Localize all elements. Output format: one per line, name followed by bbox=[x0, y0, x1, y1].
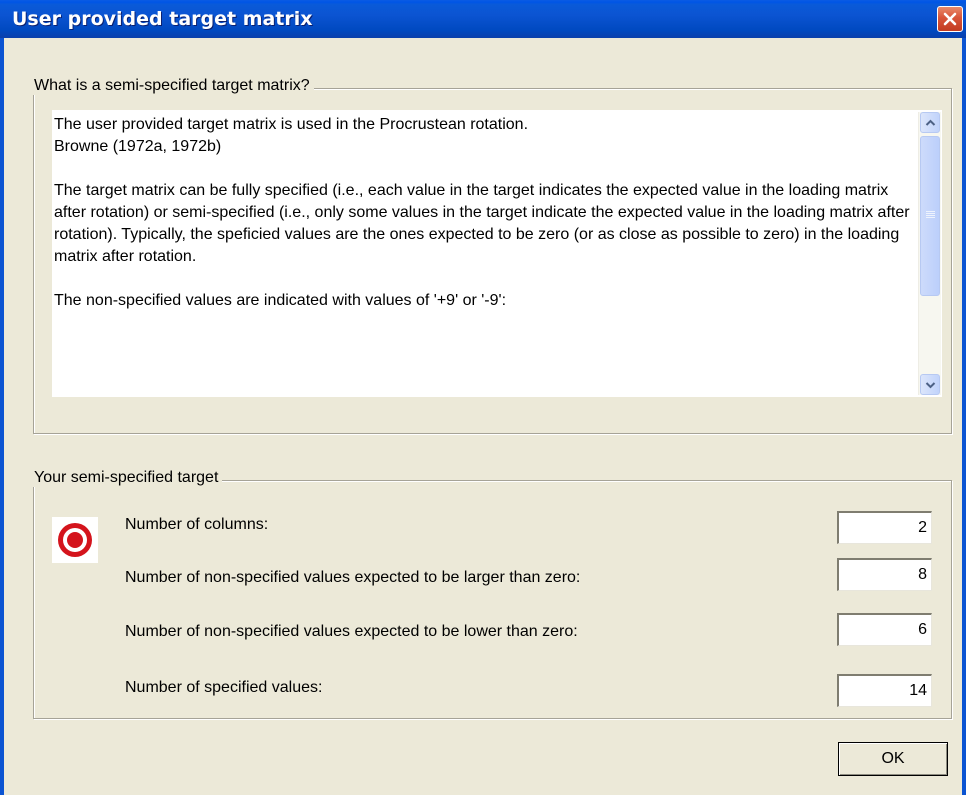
negative-values-label: Number of non-specified values expected … bbox=[125, 623, 578, 640]
close-icon bbox=[943, 12, 957, 26]
scroll-down-button[interactable] bbox=[920, 374, 940, 395]
specified-values-label: Number of specified values: bbox=[125, 679, 323, 696]
positive-values-field[interactable]: 8 bbox=[837, 558, 932, 591]
target-group-legend: Your semi-specified target bbox=[30, 469, 223, 487]
scroll-up-button[interactable] bbox=[920, 112, 940, 133]
scrollbar-grip bbox=[926, 211, 935, 212]
info-paragraph: Browne (1972a, 1972b) bbox=[54, 138, 222, 155]
specified-values-field[interactable]: 14 bbox=[837, 674, 932, 707]
info-paragraph: The target matrix can be fully specified… bbox=[54, 182, 910, 265]
info-paragraph: The non-specified values are indicated w… bbox=[54, 292, 507, 309]
chevron-up-icon bbox=[925, 119, 936, 126]
ok-button[interactable]: OK bbox=[838, 742, 948, 776]
positive-values-label: Number of non-specified values expected … bbox=[125, 569, 581, 586]
scrollbar-thumb[interactable] bbox=[920, 136, 940, 296]
window-frame-right bbox=[962, 38, 966, 795]
info-text-area[interactable]: The user provided target matrix is used … bbox=[52, 110, 942, 397]
chevron-down-icon bbox=[925, 382, 936, 389]
window-frame-left bbox=[0, 38, 4, 795]
negative-values-field[interactable]: 6 bbox=[837, 613, 932, 646]
info-paragraph: The user provided target matrix is used … bbox=[54, 116, 529, 133]
target-icon bbox=[52, 517, 98, 563]
vertical-scrollbar[interactable] bbox=[918, 112, 941, 395]
window-title: User provided target matrix bbox=[12, 8, 313, 30]
columns-label: Number of columns: bbox=[125, 516, 269, 533]
info-group-legend: What is a semi-specified target matrix? bbox=[30, 77, 314, 95]
columns-field[interactable]: 2 bbox=[837, 511, 932, 544]
close-button[interactable] bbox=[937, 6, 963, 32]
title-bar[interactable]: User provided target matrix bbox=[0, 0, 966, 38]
